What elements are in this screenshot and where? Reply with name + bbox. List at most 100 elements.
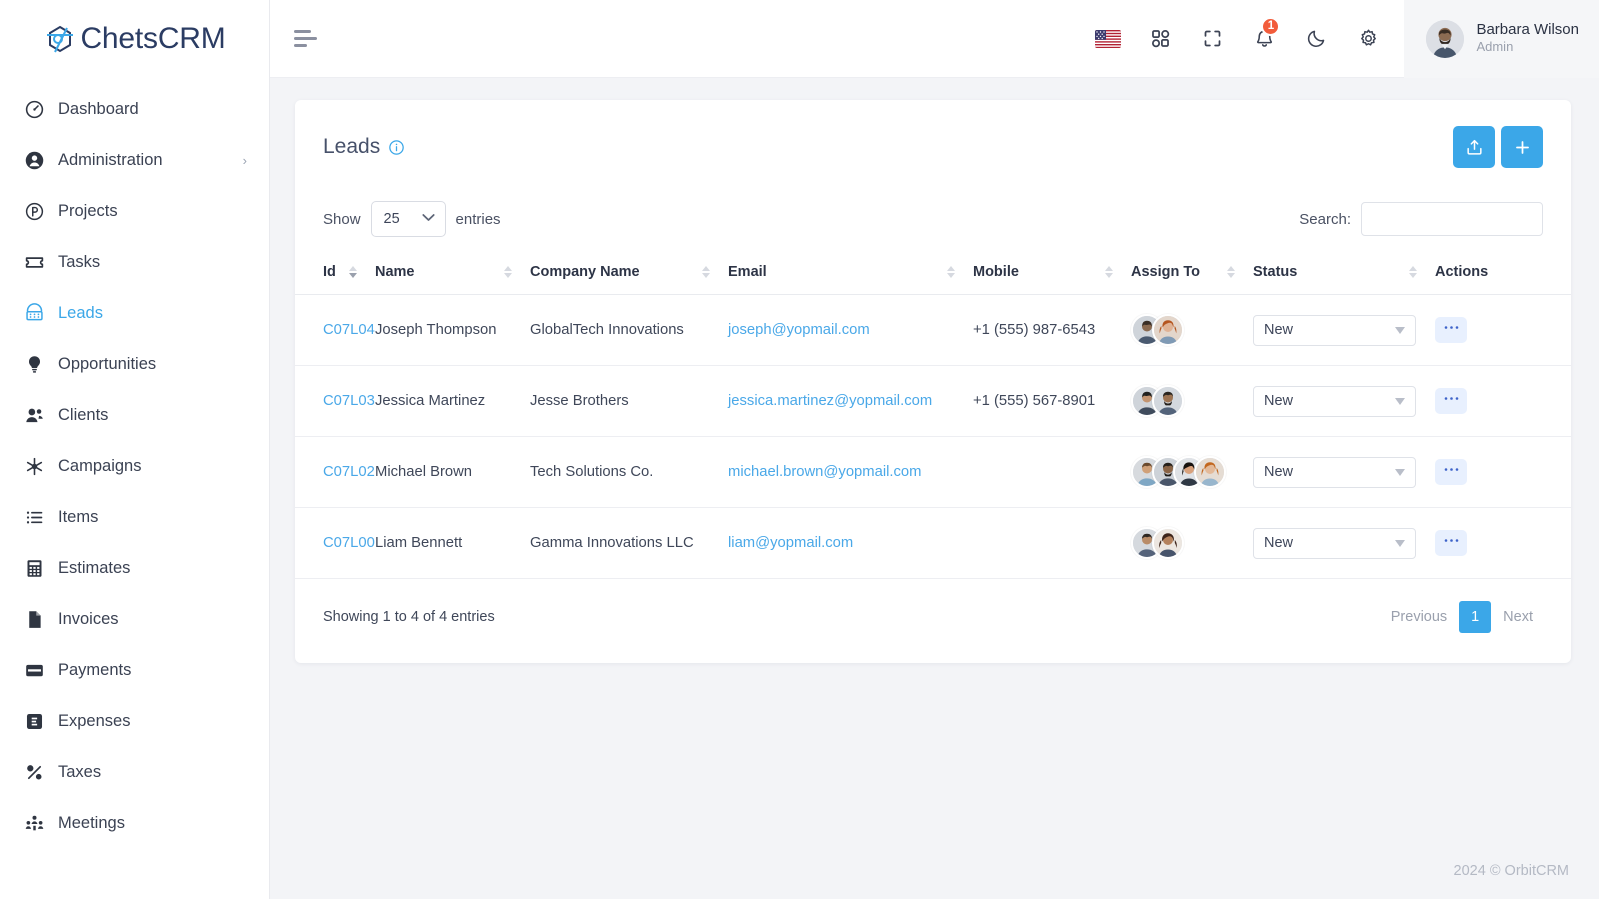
- lead-id-link[interactable]: C07L00: [323, 535, 375, 551]
- status-value: New: [1264, 464, 1294, 480]
- add-lead-button[interactable]: [1501, 126, 1543, 168]
- lead-id-link[interactable]: C07L03: [323, 393, 375, 409]
- row-actions-button[interactable]: [1435, 530, 1467, 556]
- profile-role: Admin: [1476, 39, 1514, 55]
- column-label: Status: [1253, 264, 1298, 280]
- profile-name: Barbara Wilson: [1476, 20, 1579, 38]
- page-length-select[interactable]: 25: [370, 201, 446, 237]
- cell-assignees: [1131, 365, 1253, 437]
- fullscreen-icon[interactable]: [1186, 9, 1238, 69]
- people-group-icon: [22, 812, 46, 836]
- lead-id-link[interactable]: C07L02: [323, 464, 375, 480]
- sidebar-item-clients[interactable]: Clients: [0, 390, 269, 441]
- avatar-group[interactable]: [1131, 527, 1253, 559]
- avatar-group[interactable]: [1131, 456, 1253, 488]
- cell-assignees: [1131, 507, 1253, 579]
- sidebar-item-items[interactable]: Items: [0, 492, 269, 543]
- sort-icon: [349, 266, 357, 278]
- column-header-email[interactable]: Email: [728, 250, 973, 295]
- column-header-id[interactable]: Id: [295, 250, 375, 295]
- pagination-page-1[interactable]: 1: [1459, 601, 1492, 633]
- cell-name: Joseph Thompson: [375, 294, 530, 366]
- column-header-company-name[interactable]: Company Name: [530, 250, 728, 295]
- notification-bell-icon[interactable]: 1: [1238, 9, 1290, 69]
- settings-gear-icon[interactable]: [1342, 9, 1394, 69]
- row-actions-button[interactable]: [1435, 459, 1467, 485]
- chevron-right-icon: ›: [242, 153, 247, 168]
- import-button[interactable]: [1453, 126, 1495, 168]
- cell-id: C07L04: [295, 294, 375, 366]
- column-label: Mobile: [973, 264, 1019, 280]
- sidebar-item-payments[interactable]: Payments: [0, 645, 269, 696]
- sidebar-item-dashboard[interactable]: Dashboard: [0, 84, 269, 135]
- row-actions-button[interactable]: [1435, 317, 1467, 343]
- sort-icon: [947, 266, 955, 278]
- cell-name: Michael Brown: [375, 436, 530, 508]
- table-controls: Show 25 entries Search:: [295, 188, 1571, 250]
- percent-icon: [22, 761, 46, 785]
- sidebar-item-tasks[interactable]: Tasks: [0, 237, 269, 288]
- avatar-group[interactable]: [1131, 385, 1253, 417]
- sort-icon: [504, 266, 512, 278]
- cell-status: New: [1253, 294, 1435, 366]
- sort-icon: [1227, 266, 1235, 278]
- cell-assignees: [1131, 294, 1253, 366]
- sidebar-item-invoices[interactable]: Invoices: [0, 594, 269, 645]
- table-row: C07L04 Joseph Thompson GlobalTech Innova…: [295, 294, 1571, 366]
- sidebar-item-label: Invoices: [58, 610, 119, 628]
- sidebar-item-label: Items: [58, 508, 99, 526]
- status-select[interactable]: New: [1253, 527, 1416, 559]
- column-header-mobile[interactable]: Mobile: [973, 250, 1131, 295]
- email-link[interactable]: jessica.martinez@yopmail.com: [728, 393, 932, 409]
- sidebar-item-label: Administration: [58, 151, 163, 169]
- brand-logo[interactable]: ChetsCRM: [0, 0, 269, 78]
- sidebar-item-estimates[interactable]: Estimates: [0, 543, 269, 594]
- pagination-previous[interactable]: Previous: [1381, 601, 1457, 633]
- caret-down-icon: [1395, 539, 1405, 547]
- sidebar-item-expenses[interactable]: Expenses: [0, 696, 269, 747]
- cell-id: C07L03: [295, 365, 375, 437]
- sidebar-item-meetings[interactable]: Meetings: [0, 798, 269, 849]
- cell-id: C07L00: [295, 507, 375, 579]
- row-actions-button[interactable]: [1435, 388, 1467, 414]
- table-header: Id Name Company Name Email Mobile Assign…: [295, 250, 1571, 295]
- cell-name: Jessica Martinez: [375, 365, 530, 437]
- column-header-status[interactable]: Status: [1253, 250, 1435, 295]
- column-header-assign-to[interactable]: Assign To: [1131, 250, 1253, 295]
- email-link[interactable]: joseph@yopmail.com: [728, 322, 870, 338]
- lead-id-link[interactable]: C07L04: [323, 322, 375, 338]
- pagination-next[interactable]: Next: [1493, 601, 1543, 633]
- info-circle-icon[interactable]: [388, 139, 405, 156]
- avatar-group[interactable]: [1131, 314, 1253, 346]
- cell-email: michael.brown@yopmail.com: [728, 436, 973, 508]
- telephone-icon: [22, 302, 46, 326]
- cell-assignees: [1131, 436, 1253, 508]
- caret-down-icon: [1395, 468, 1405, 476]
- sidebar-item-leads[interactable]: Leads: [0, 288, 269, 339]
- leads-table: Id Name Company Name Email Mobile Assign…: [295, 250, 1571, 579]
- avatar: [1152, 385, 1184, 417]
- email-link[interactable]: liam@yopmail.com: [728, 535, 853, 551]
- page-footer: 2024 © OrbitCRM: [270, 843, 1599, 899]
- sidebar-item-administration[interactable]: Administration ›: [0, 135, 269, 186]
- user-profile-menu[interactable]: Barbara Wilson Admin: [1404, 0, 1599, 78]
- search-input[interactable]: [1361, 202, 1543, 236]
- dark-mode-moon-icon[interactable]: [1290, 9, 1342, 69]
- status-select[interactable]: New: [1253, 456, 1416, 488]
- email-link[interactable]: michael.brown@yopmail.com: [728, 464, 921, 480]
- column-header-name[interactable]: Name: [375, 250, 530, 295]
- status-select[interactable]: New: [1253, 385, 1416, 417]
- cell-status: New: [1253, 507, 1435, 579]
- calculator-icon: [22, 557, 46, 581]
- status-select[interactable]: New: [1253, 314, 1416, 346]
- sidebar-item-projects[interactable]: Projects: [0, 186, 269, 237]
- hamburger-icon[interactable]: [290, 22, 324, 56]
- sidebar-item-opportunities[interactable]: Opportunities: [0, 339, 269, 390]
- sidebar-item-campaigns[interactable]: Campaigns: [0, 441, 269, 492]
- sidebar-item-taxes[interactable]: Taxes: [0, 747, 269, 798]
- cell-email: liam@yopmail.com: [728, 507, 973, 579]
- column-label: Name: [375, 264, 415, 280]
- language-flag-us-icon[interactable]: [1082, 9, 1134, 69]
- leads-card: Leads Show 25 entries Search: Id Name Co…: [295, 100, 1571, 663]
- apps-grid-icon[interactable]: [1134, 9, 1186, 69]
